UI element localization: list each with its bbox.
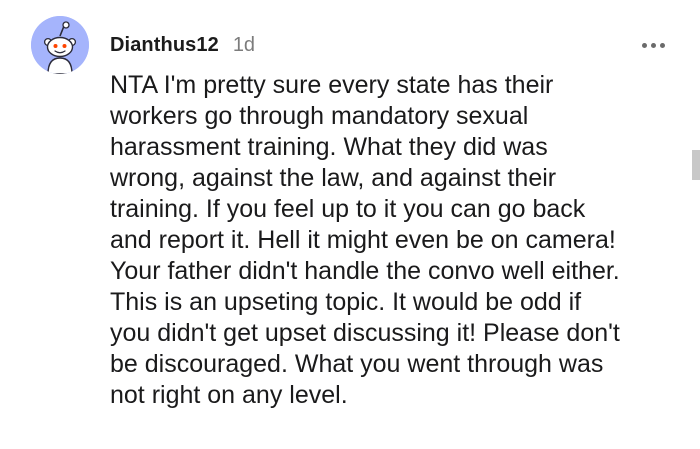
more-options-button[interactable] [638, 34, 668, 56]
more-options-icon [659, 42, 665, 48]
more-options-icon [650, 42, 656, 48]
more-options-icon [641, 42, 647, 48]
avatar[interactable] [31, 16, 89, 74]
snoo-avatar-icon [31, 16, 89, 74]
username[interactable]: Dianthus12 [110, 34, 219, 57]
timestamp: 1d [232, 34, 256, 56]
comment-header: Dianthus12 1d [110, 34, 255, 58]
scrollbar-thumb[interactable] [692, 150, 700, 180]
comment: Dianthus12 1d NTA I'm pretty sure every … [0, 0, 700, 449]
comment-body: NTA I'm pretty sure every state has thei… [110, 71, 620, 409]
